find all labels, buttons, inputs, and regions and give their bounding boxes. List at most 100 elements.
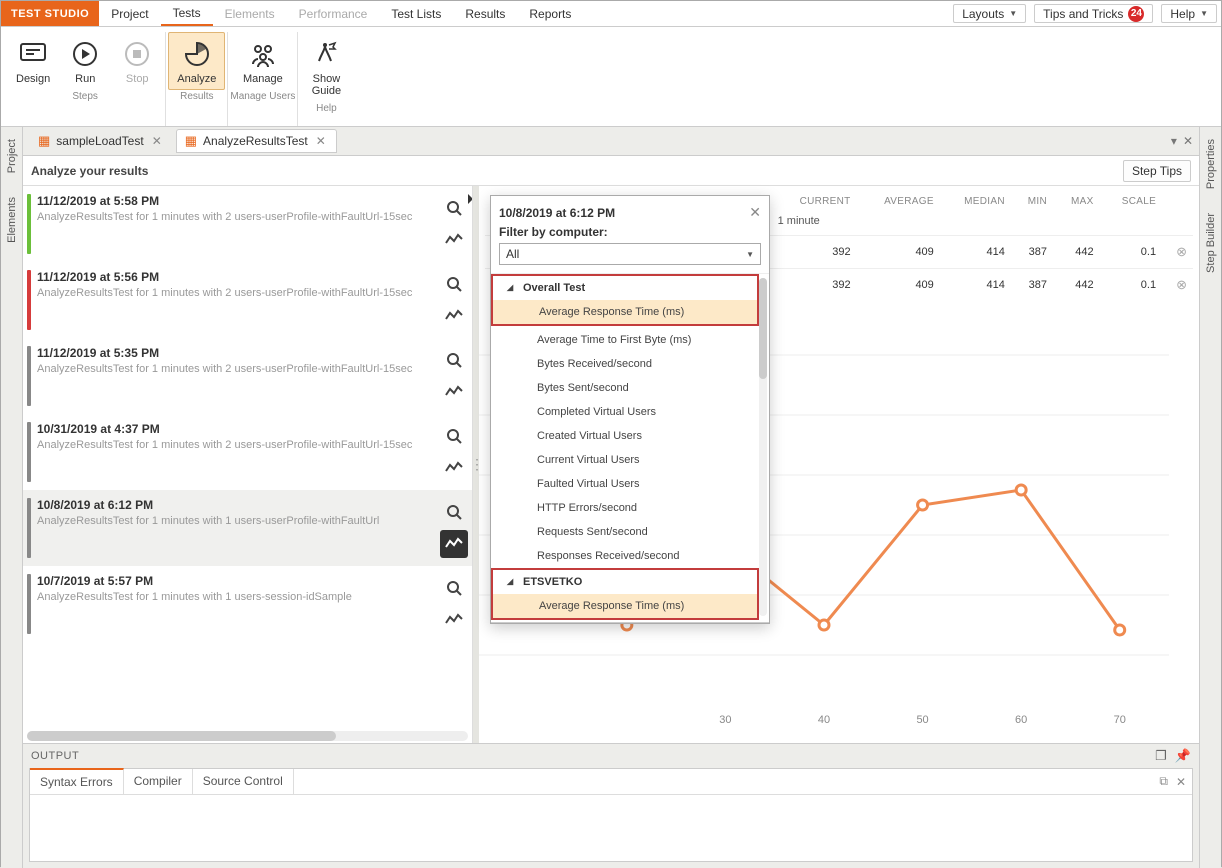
menu-results[interactable]: Results: [453, 1, 517, 26]
delete-row-icon[interactable]: ⊗: [1176, 244, 1187, 259]
col-header: MIN: [1011, 190, 1053, 213]
menu-elements[interactable]: Elements: [213, 1, 287, 26]
tree-group[interactable]: Overall Test: [493, 276, 757, 300]
result-timestamp: 10/8/2019 at 6:12 PM: [37, 498, 436, 512]
document-tabs: ▦ sampleLoadTest ✕ ▦ AnalyzeResultsTest …: [23, 127, 1199, 156]
ribbon-run[interactable]: Run: [59, 32, 111, 90]
tabs-menu-icon[interactable]: ▾: [1171, 134, 1177, 148]
side-elements[interactable]: Elements: [6, 185, 18, 255]
test-file-icon: ▦: [38, 133, 50, 149]
menu-project[interactable]: Project: [99, 1, 160, 26]
chart-icon[interactable]: [440, 530, 468, 558]
tree-metric[interactable]: Bytes Sent/second: [491, 376, 769, 400]
metrics-tree: Overall TestAverage Response Time (ms)Av…: [491, 273, 769, 623]
result-description: AnalyzeResultsTest for 1 minutes with 1 …: [37, 515, 436, 527]
doc-tab-sampleloadtest[interactable]: ▦ sampleLoadTest ✕: [29, 129, 173, 153]
horizontal-scrollbar[interactable]: [27, 731, 468, 741]
tips-tricks-button[interactable]: Tips and Tricks24: [1034, 4, 1153, 23]
status-bar: [27, 194, 31, 254]
side-step-builder[interactable]: Step Builder: [1205, 201, 1217, 285]
tree-metric[interactable]: Responses Received/second: [491, 544, 769, 568]
ribbon-analyze[interactable]: Analyze: [168, 32, 225, 90]
clear-icon[interactable]: ✕: [1176, 775, 1186, 789]
chart-icon[interactable]: [440, 454, 468, 482]
chart-icon[interactable]: [440, 302, 468, 330]
ribbon-show-guide[interactable]: Show Guide: [300, 32, 352, 102]
tree-metric[interactable]: Current Virtual Users: [491, 448, 769, 472]
ribbon-manage[interactable]: Manage: [234, 32, 292, 90]
zoom-icon[interactable]: [440, 346, 468, 374]
run-icon: [68, 37, 102, 71]
doc-tab-analyzeresultstest[interactable]: ▦ AnalyzeResultsTest ✕: [176, 129, 337, 153]
right-side-tabs: Properties Step Builder: [1199, 127, 1221, 868]
stop-icon: [120, 37, 154, 71]
tree-metric[interactable]: Average Response Time (ms): [493, 300, 757, 324]
result-item[interactable]: 11/12/2019 at 5:58 PM AnalyzeResultsTest…: [23, 186, 472, 262]
col-header: CURRENT: [772, 190, 857, 213]
menu-test-lists[interactable]: Test Lists: [379, 1, 453, 26]
chevron-down-icon: ▼: [746, 250, 754, 259]
tree-metric[interactable]: Faulted Virtual Users: [491, 472, 769, 496]
tree-metric[interactable]: Bytes Received/second: [491, 352, 769, 376]
result-timestamp: 10/31/2019 at 4:37 PM: [37, 422, 436, 436]
close-tab-icon[interactable]: ✕: [150, 134, 164, 148]
result-timestamp: 11/12/2019 at 5:35 PM: [37, 346, 436, 360]
chart-icon[interactable]: [440, 606, 468, 634]
svg-text:50: 50: [916, 714, 928, 726]
metric-selector-popup: 10/8/2019 at 6:12 PM ✕ Filter by compute…: [490, 195, 770, 624]
layouts-dropdown[interactable]: Layouts▼: [953, 4, 1026, 23]
tree-metric[interactable]: Average Time to First Byte (ms): [491, 328, 769, 352]
status-bar: [27, 270, 31, 330]
delete-row-icon[interactable]: ⊗: [1176, 277, 1187, 292]
output-tab-syntax[interactable]: Syntax Errors: [30, 768, 124, 794]
result-description: AnalyzeResultsTest for 1 minutes with 2 …: [37, 287, 436, 299]
filter-computer-dropdown[interactable]: All ▼: [499, 243, 761, 265]
zoom-icon[interactable]: [440, 194, 468, 222]
col-header: AVERAGE: [857, 190, 940, 213]
tree-metric[interactable]: Average Response Time (ms): [493, 594, 757, 618]
zoom-icon[interactable]: [440, 574, 468, 602]
menu-tests[interactable]: Tests: [161, 1, 213, 26]
output-pin-icon[interactable]: 📌: [1175, 748, 1191, 764]
subheader: Analyze your results Step Tips: [23, 156, 1199, 186]
side-project[interactable]: Project: [6, 127, 18, 185]
tree-scrollbar[interactable]: [759, 278, 767, 616]
side-properties[interactable]: Properties: [1205, 127, 1217, 201]
col-header: MAX: [1053, 190, 1100, 213]
tree-metric[interactable]: Completed Virtual Users: [491, 400, 769, 424]
result-item[interactable]: 11/12/2019 at 5:35 PM AnalyzeResultsTest…: [23, 338, 472, 414]
result-item[interactable]: 10/31/2019 at 4:37 PM AnalyzeResultsTest…: [23, 414, 472, 490]
analyze-icon: [180, 37, 214, 71]
page-title: Analyze your results: [31, 164, 148, 178]
status-bar: [27, 574, 31, 634]
result-timestamp: 11/12/2019 at 5:58 PM: [37, 194, 436, 208]
tree-group[interactable]: ETSVETKO: [493, 570, 757, 594]
result-item[interactable]: 10/8/2019 at 6:12 PM AnalyzeResultsTest …: [23, 490, 472, 566]
chart-icon[interactable]: [440, 378, 468, 406]
tree-metric[interactable]: Requests Sent/second: [491, 520, 769, 544]
filter-label: Filter by computer:: [491, 223, 769, 243]
result-item[interactable]: 10/7/2019 at 5:57 PM AnalyzeResultsTest …: [23, 566, 472, 642]
tree-metric[interactable]: Created Virtual Users: [491, 424, 769, 448]
zoom-icon[interactable]: [440, 422, 468, 450]
zoom-icon[interactable]: [440, 498, 468, 526]
menu-reports[interactable]: Reports: [517, 1, 583, 26]
chart-icon[interactable]: [440, 226, 468, 254]
tabs-close-all-icon[interactable]: ✕: [1183, 134, 1193, 148]
zoom-icon[interactable]: [440, 270, 468, 298]
output-tab-compiler[interactable]: Compiler: [124, 769, 193, 794]
result-item[interactable]: 11/12/2019 at 5:56 PM AnalyzeResultsTest…: [23, 262, 472, 338]
close-tab-icon[interactable]: ✕: [314, 134, 328, 148]
popup-close-icon[interactable]: ✕: [749, 204, 761, 221]
result-description: AnalyzeResultsTest for 1 minutes with 2 …: [37, 439, 436, 451]
menu-performance[interactable]: Performance: [287, 1, 380, 26]
tree-metric[interactable]: HTTP Errors/second: [491, 496, 769, 520]
help-dropdown[interactable]: Help▼: [1161, 4, 1217, 23]
output-tab-source[interactable]: Source Control: [193, 769, 294, 794]
output-window-icon[interactable]: ❐: [1155, 748, 1167, 764]
step-tips-button[interactable]: Step Tips: [1123, 160, 1191, 182]
copy-icon[interactable]: ⧉: [1159, 774, 1168, 789]
duration: 1 minute: [772, 213, 1193, 236]
ribbon-design[interactable]: Design: [7, 32, 59, 90]
output-panel: OUTPUT ❐ 📌 Syntax Errors Compiler Source…: [23, 743, 1199, 868]
